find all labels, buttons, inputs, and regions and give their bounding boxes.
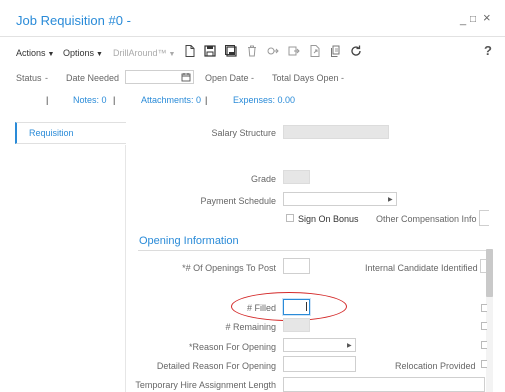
temporary-hire-input[interactable] — [283, 377, 485, 392]
temporary-hire-label: Temporary Hire Assignment Length — [135, 380, 276, 390]
actions-menu[interactable]: Actions ▼ — [16, 47, 54, 61]
chevron-right-icon: ▶ — [347, 343, 352, 349]
expenses-link[interactable]: Expenses: 0.00 — [233, 95, 295, 105]
salary-structure-label: Salary Structure — [211, 128, 276, 138]
opening-information-title: Opening Information — [139, 235, 239, 247]
annotation-circle — [231, 292, 347, 321]
refresh-icon[interactable] — [349, 44, 363, 58]
section-divider — [138, 250, 490, 251]
relocation-provided-checkbox[interactable] — [481, 360, 487, 368]
date-needed-label: Date Needed — [66, 73, 120, 83]
tab-requisition[interactable]: Requisition — [15, 122, 126, 144]
internal-candidate-field[interactable] — [480, 259, 486, 273]
separator: | — [113, 95, 116, 105]
notes-link[interactable]: Notes: 0 — [73, 95, 107, 105]
minimize-button[interactable]: _ — [460, 14, 466, 26]
calendar-icon[interactable] — [181, 72, 191, 84]
options-menu-label: Options — [63, 48, 95, 58]
sign-on-bonus-label: Sign On Bonus — [298, 214, 359, 224]
right-edge-checkbox[interactable] — [481, 322, 487, 330]
merge-icon[interactable] — [266, 44, 280, 58]
open-date-value: - — [251, 73, 254, 83]
export-icon[interactable] — [308, 44, 322, 58]
caret-down-icon: ▼ — [168, 51, 176, 58]
other-compensation-label: Other Compensation Info — [376, 214, 477, 224]
detailed-reason-label: Detailed Reason For Opening — [156, 361, 276, 371]
remaining-label: # Remaining — [225, 322, 276, 332]
tab-requisition-label: Requisition — [29, 128, 74, 138]
window-title: Job Requisition #0 - — [16, 13, 131, 28]
internal-candidate-label: Internal Candidate Identified — [365, 263, 478, 273]
date-needed-input[interactable] — [125, 70, 194, 84]
scrollbar-thumb[interactable] — [486, 249, 493, 297]
reason-for-opening-select[interactable]: ▶ — [283, 338, 356, 352]
help-button[interactable]: ? — [484, 43, 492, 58]
open-date-label: Open Date — [205, 73, 249, 83]
separator: | — [46, 95, 49, 105]
chevron-right-icon: ▶ — [388, 197, 393, 203]
separator: | — [205, 95, 208, 105]
status-value: - — [45, 73, 48, 83]
caret-down-icon: ▼ — [47, 51, 55, 58]
title-divider — [0, 36, 505, 37]
grade-label: Grade — [250, 174, 276, 184]
right-edge-checkbox[interactable] — [481, 341, 487, 349]
total-days-open-label: Total Days Open — [272, 73, 339, 83]
sidebar-divider — [125, 145, 126, 392]
drillaround-menu-label: DrillAround™ — [113, 48, 167, 58]
forward-icon[interactable] — [287, 44, 301, 58]
detailed-reason-input[interactable] — [283, 356, 356, 372]
new-document-icon[interactable] — [183, 44, 197, 58]
save-icon[interactable] — [203, 44, 217, 58]
openings-to-post-label: *# Of Openings To Post — [182, 263, 276, 273]
right-edge-checkbox[interactable] — [481, 304, 487, 312]
other-compensation-field[interactable] — [479, 210, 489, 226]
close-button[interactable]: × — [483, 11, 491, 24]
delete-icon[interactable] — [245, 44, 259, 58]
copy-icon[interactable] — [329, 44, 343, 58]
drillaround-menu[interactable]: DrillAround™ ▼ — [113, 47, 175, 61]
salary-structure-field — [283, 125, 389, 139]
openings-to-post-input[interactable] — [283, 258, 310, 274]
relocation-provided-label: Relocation Provided — [395, 361, 476, 371]
maximize-button[interactable]: □ — [470, 14, 476, 26]
caret-down-icon: ▼ — [96, 51, 103, 58]
payment-schedule-label: Payment Schedule — [200, 196, 276, 206]
status-label: Status — [16, 73, 42, 83]
save-all-icon[interactable] — [224, 44, 238, 58]
actions-menu-label: Actions — [16, 48, 46, 58]
total-days-open-value: - — [341, 73, 344, 83]
remaining-field — [283, 318, 310, 332]
attachments-link[interactable]: Attachments: 0 — [141, 95, 201, 105]
grade-field — [283, 170, 310, 184]
options-menu[interactable]: Options ▼ — [63, 47, 103, 61]
sign-on-bonus-checkbox[interactable] — [286, 214, 294, 222]
payment-schedule-select[interactable]: ▶ — [283, 192, 397, 206]
reason-for-opening-label: *Reason For Opening — [188, 342, 276, 352]
